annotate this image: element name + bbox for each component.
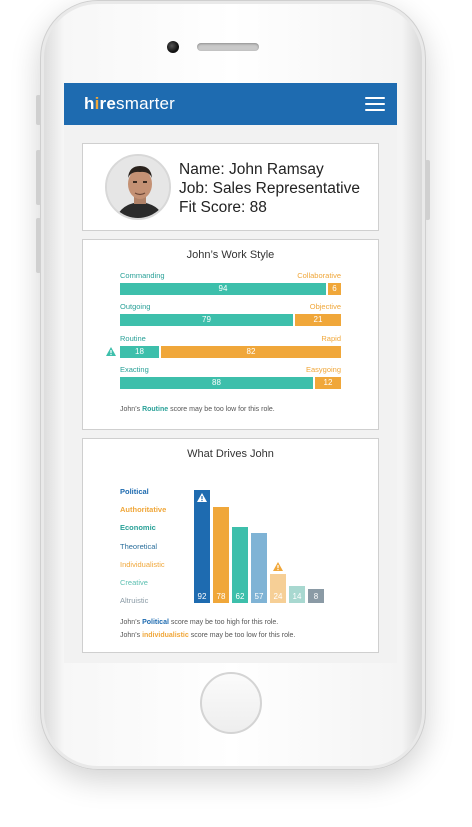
driver-bar-value: 8 <box>314 592 319 601</box>
work-style-row-labels: Routine Rapid <box>120 334 341 344</box>
profile-details: Name: John Ramsay Job: Sales Representat… <box>179 160 360 217</box>
work-style-row-labels: Exacting Easygoing <box>120 365 341 375</box>
work-style-row-bars: 79 21 <box>120 314 341 326</box>
earpiece-speaker <box>197 43 259 51</box>
drives-note-2: John’s individualistic score may be too … <box>120 632 296 639</box>
work-style-right-bar: 21 <box>295 314 341 326</box>
profile-card: Name: John Ramsay Job: Sales Representat… <box>82 143 379 231</box>
app-screen: hiresmarter Name: John Ramsay Job: Sales… <box>64 83 397 663</box>
driver-bar <box>213 507 229 603</box>
work-style-right-label: Objective <box>309 302 341 311</box>
work-style-left-label: Outgoing <box>120 302 151 311</box>
logo-re: re <box>99 94 117 113</box>
work-style-right-bar: 12 <box>315 377 341 389</box>
home-button[interactable] <box>200 672 262 734</box>
work-style-row-bars: 88 12 <box>120 377 341 389</box>
driver-bar-value: 78 <box>217 592 226 601</box>
work-style-left-bar: 88 <box>120 377 313 389</box>
work-style-right-label: Easygoing <box>305 365 341 374</box>
work-style-left-bar: 18 <box>120 346 159 358</box>
work-style-note: John’s Routine score may be too low for … <box>120 406 275 413</box>
volume-up-button <box>36 150 41 205</box>
drives-card: What Drives John Political Authoritative E… <box>82 438 379 653</box>
logo-h: h <box>84 94 95 113</box>
work-style-row-bars: 18 82 <box>120 346 341 358</box>
work-style-left-label: Commanding <box>120 271 165 280</box>
driver-bar-value: 57 <box>255 592 264 601</box>
power-button <box>425 160 430 220</box>
work-style-row: Commanding Collaborative 94 6 <box>120 271 341 295</box>
work-style-left-label: Exacting <box>120 365 149 374</box>
work-style-right-bar: 82 <box>161 346 341 358</box>
front-camera <box>167 41 179 53</box>
profile-job: Job: Sales Representative <box>179 180 360 197</box>
work-style-right-bar: 6 <box>328 283 341 295</box>
work-style-row-labels: Commanding Collaborative <box>120 271 341 281</box>
driver-bar-value: 14 <box>293 592 302 601</box>
warning-triangle-icon <box>273 562 283 571</box>
volume-down-button <box>36 218 41 273</box>
driver-bar-value: 24 <box>274 592 283 601</box>
drives-bar-chart: 92 78 62 57 24 14 8 <box>194 490 324 603</box>
hiresmarter-logo[interactable]: hiresmarter <box>84 94 175 114</box>
work-style-left-bar: 79 <box>120 314 293 326</box>
work-style-row-bars: 94 6 <box>120 283 341 295</box>
work-style-row: Outgoing Objective 79 21 <box>120 302 341 326</box>
driver-bar <box>194 490 210 603</box>
work-style-row-labels: Outgoing Objective <box>120 302 341 312</box>
mute-switch <box>36 95 41 125</box>
work-style-card: John’s Work Style Commanding Collaborativ… <box>82 239 379 430</box>
work-style-right-label: Collaborative <box>297 271 341 280</box>
profile-fit-score: Fit Score: 88 <box>179 199 267 216</box>
work-style-right-label: Rapid <box>321 334 341 343</box>
logo-smarter: smarter <box>116 94 176 113</box>
avatar <box>105 154 171 220</box>
work-style-row: Exacting Easygoing 88 12 <box>120 365 341 389</box>
hamburger-menu-icon[interactable] <box>365 97 385 111</box>
work-style-title: John’s Work Style <box>186 249 275 261</box>
warning-triangle-icon <box>106 347 116 356</box>
app-bar: hiresmarter <box>64 83 397 125</box>
work-style-row: Routine Rapid 18 82 <box>106 334 341 358</box>
driver-bar-value: 92 <box>198 592 207 601</box>
driver-bar-value: 62 <box>236 592 245 601</box>
work-style-left-label: Routine <box>120 334 146 343</box>
profile-name: Name: John Ramsay <box>179 161 324 178</box>
work-style-left-bar: 94 <box>120 283 326 295</box>
drives-note-1: John’s Political score may be too high f… <box>120 619 279 626</box>
